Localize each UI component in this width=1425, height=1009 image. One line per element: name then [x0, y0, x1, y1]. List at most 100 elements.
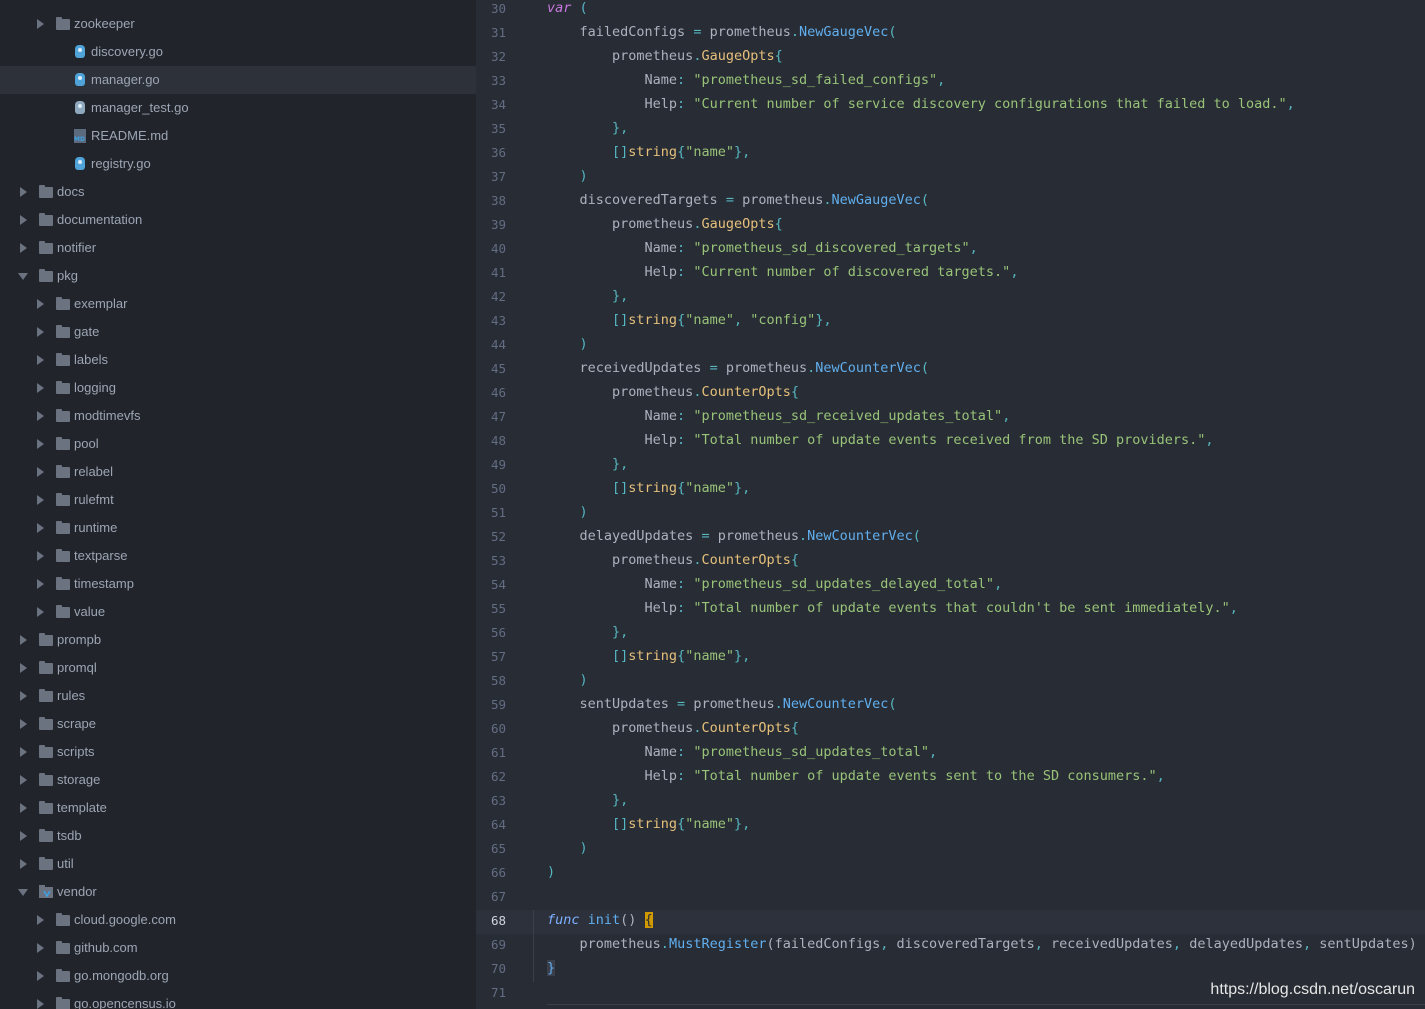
- chevron-right-icon[interactable]: [35, 915, 45, 925]
- tree-item-relabel[interactable]: relabel: [0, 458, 476, 486]
- code-line[interactable]: 69 prometheus.MustRegister(failedConfigs…: [476, 934, 1425, 958]
- chevron-right-icon[interactable]: [35, 943, 45, 953]
- code-line[interactable]: 65 ): [476, 838, 1425, 862]
- code-line[interactable]: 30 var (: [476, 0, 1425, 22]
- tree-item-value[interactable]: value: [0, 598, 476, 626]
- code-line[interactable]: 44 ): [476, 334, 1425, 358]
- code-line[interactable]: 31 failedConfigs = prometheus.NewGaugeVe…: [476, 22, 1425, 46]
- code-line[interactable]: 43 []string{"name", "config"},: [476, 310, 1425, 334]
- tree-item-modtimevfs[interactable]: modtimevfs: [0, 402, 476, 430]
- chevron-right-icon[interactable]: [35, 999, 45, 1009]
- tree-item-timestamp[interactable]: timestamp: [0, 570, 476, 598]
- chevron-right-icon[interactable]: [35, 327, 45, 337]
- tree-item-registry-go[interactable]: registry.go: [0, 150, 476, 178]
- tree-item-gate[interactable]: gate: [0, 318, 476, 346]
- tree-item-docs[interactable]: docs: [0, 178, 476, 206]
- code-line[interactable]: 48 Help: "Total number of update events …: [476, 430, 1425, 454]
- tree-item-manager-go[interactable]: manager.go: [0, 66, 476, 94]
- code-line[interactable]: 64 []string{"name"},: [476, 814, 1425, 838]
- chevron-right-icon[interactable]: [18, 831, 28, 841]
- code-line[interactable]: 33 Name: "prometheus_sd_failed_configs",: [476, 70, 1425, 94]
- tree-item-logging[interactable]: logging: [0, 374, 476, 402]
- chevron-right-icon[interactable]: [35, 523, 45, 533]
- code-line[interactable]: 45 receivedUpdates = prometheus.NewCount…: [476, 358, 1425, 382]
- code-line[interactable]: 34 Help: "Current number of service disc…: [476, 94, 1425, 118]
- tree-item-promql[interactable]: promql: [0, 654, 476, 682]
- code-line[interactable]: 61 Name: "prometheus_sd_updates_total",: [476, 742, 1425, 766]
- chevron-right-icon[interactable]: [18, 663, 28, 673]
- tree-item-github-com[interactable]: github.com: [0, 934, 476, 962]
- code-line[interactable]: 36 []string{"name"},: [476, 142, 1425, 166]
- chevron-right-icon[interactable]: [18, 691, 28, 701]
- code-line[interactable]: 59 sentUpdates = prometheus.NewCounterVe…: [476, 694, 1425, 718]
- code-line[interactable]: 58 ): [476, 670, 1425, 694]
- code-line[interactable]: 41 Help: "Current number of discovered t…: [476, 262, 1425, 286]
- tree-item-rulefmt[interactable]: rulefmt: [0, 486, 476, 514]
- tree-item-zookeeper[interactable]: zookeeper: [0, 10, 476, 38]
- code-line[interactable]: 70}: [476, 958, 1425, 982]
- chevron-right-icon[interactable]: [18, 859, 28, 869]
- chevron-right-icon[interactable]: [18, 719, 28, 729]
- tree-item-textparse[interactable]: textparse: [0, 542, 476, 570]
- tree-item-util[interactable]: util: [0, 850, 476, 878]
- code-line[interactable]: 42 },: [476, 286, 1425, 310]
- tree-item-pool[interactable]: pool: [0, 430, 476, 458]
- tree-item-prompb[interactable]: prompb: [0, 626, 476, 654]
- code-line[interactable]: 63 },: [476, 790, 1425, 814]
- code-line[interactable]: 55 Help: "Total number of update events …: [476, 598, 1425, 622]
- code-line[interactable]: 60 prometheus.CounterOpts{: [476, 718, 1425, 742]
- tree-item-cloud-google-com[interactable]: cloud.google.com: [0, 906, 476, 934]
- code-line[interactable]: 32 prometheus.GaugeOpts{: [476, 46, 1425, 70]
- chevron-right-icon[interactable]: [35, 607, 45, 617]
- chevron-right-icon[interactable]: [35, 579, 45, 589]
- code-line[interactable]: 38 discoveredTargets = prometheus.NewGau…: [476, 190, 1425, 214]
- code-line[interactable]: 56 },: [476, 622, 1425, 646]
- chevron-right-icon[interactable]: [18, 803, 28, 813]
- chevron-right-icon[interactable]: [18, 635, 28, 645]
- tree-item-scrape[interactable]: scrape: [0, 710, 476, 738]
- tree-item-manager-test-go[interactable]: manager_test.go: [0, 94, 476, 122]
- tree-item-exemplar[interactable]: exemplar: [0, 290, 476, 318]
- tree-item-runtime[interactable]: runtime: [0, 514, 476, 542]
- chevron-down-icon[interactable]: [18, 271, 28, 281]
- chevron-right-icon[interactable]: [35, 355, 45, 365]
- code-line[interactable]: 50 []string{"name"},: [476, 478, 1425, 502]
- chevron-right-icon[interactable]: [18, 243, 28, 253]
- chevron-right-icon[interactable]: [35, 299, 45, 309]
- tree-item-go-mongodb-org[interactable]: go.mongodb.org: [0, 962, 476, 990]
- chevron-right-icon[interactable]: [18, 187, 28, 197]
- code-line[interactable]: 39 prometheus.GaugeOpts{: [476, 214, 1425, 238]
- code-line[interactable]: 62 Help: "Total number of update events …: [476, 766, 1425, 790]
- tree-item-discovery-go[interactable]: discovery.go: [0, 38, 476, 66]
- chevron-right-icon[interactable]: [18, 215, 28, 225]
- chevron-right-icon[interactable]: [35, 467, 45, 477]
- chevron-right-icon[interactable]: [35, 971, 45, 981]
- chevron-right-icon[interactable]: [35, 439, 45, 449]
- chevron-right-icon[interactable]: [18, 775, 28, 785]
- chevron-right-icon[interactable]: [35, 551, 45, 561]
- chevron-down-icon[interactable]: [18, 887, 28, 897]
- tree-item-pkg[interactable]: pkg: [0, 262, 476, 290]
- code-line[interactable]: 53 prometheus.CounterOpts{: [476, 550, 1425, 574]
- code-line[interactable]: 67: [476, 886, 1425, 910]
- chevron-right-icon[interactable]: [18, 747, 28, 757]
- tree-item-storage[interactable]: storage: [0, 766, 476, 794]
- code-line[interactable]: 47 Name: "prometheus_sd_received_updates…: [476, 406, 1425, 430]
- chevron-right-icon[interactable]: [35, 19, 45, 29]
- code-line[interactable]: 37 ): [476, 166, 1425, 190]
- code-editor[interactable]: 30 var (31 failedConfigs = prometheus.New…: [476, 0, 1425, 1009]
- code-line[interactable]: 46 prometheus.CounterOpts{: [476, 382, 1425, 406]
- code-line[interactable]: 40 Name: "prometheus_sd_discovered_targe…: [476, 238, 1425, 262]
- tree-item-labels[interactable]: labels: [0, 346, 476, 374]
- code-line[interactable]: 66): [476, 862, 1425, 886]
- tree-item-go-opencensus-io[interactable]: go.opencensus.io: [0, 990, 476, 1009]
- tree-item-notifier[interactable]: notifier: [0, 234, 476, 262]
- tree-item-documentation[interactable]: documentation: [0, 206, 476, 234]
- tree-item-tsdb[interactable]: tsdb: [0, 822, 476, 850]
- code-line[interactable]: 35 },: [476, 118, 1425, 142]
- tree-item-rules[interactable]: rules: [0, 682, 476, 710]
- code-line[interactable]: 54 Name: "prometheus_sd_updates_delayed_…: [476, 574, 1425, 598]
- chevron-right-icon[interactable]: [35, 495, 45, 505]
- chevron-right-icon[interactable]: [35, 383, 45, 393]
- tree-item-vendor[interactable]: vendor: [0, 878, 476, 906]
